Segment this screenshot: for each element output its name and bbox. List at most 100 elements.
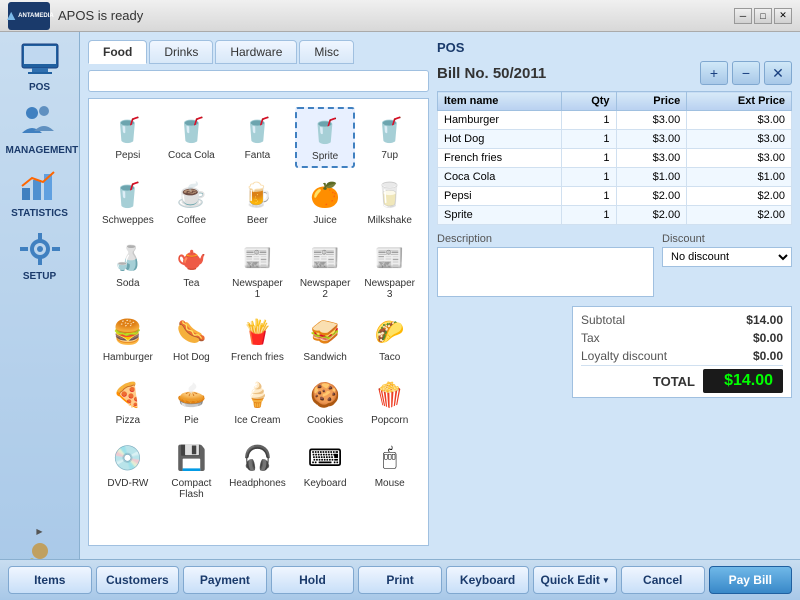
content-wrapper: Food Drinks Hardware Misc 🥤Pepsi🥤Coca Co… — [80, 32, 800, 600]
payment-button[interactable]: Payment — [183, 566, 267, 594]
compact-flash-label: Compact Flash — [168, 478, 215, 500]
pay-bill-button[interactable]: Pay Bill — [709, 566, 793, 594]
subtract-item-button[interactable]: − — [732, 61, 760, 85]
left-section: Food Drinks Hardware Misc 🥤Pepsi🥤Coca Co… — [88, 40, 429, 546]
item-newspaper3[interactable]: 📰Newspaper 3 — [359, 235, 420, 305]
table-row[interactable]: Sprite1$2.00$2.00 — [438, 206, 792, 225]
item-cookies[interactable]: 🍪 Cookies — [295, 372, 356, 431]
table-row[interactable]: French fries1$3.00$3.00 — [438, 149, 792, 168]
headphones-label: Headphones — [229, 478, 286, 489]
bill-cell-ext_price: $3.00 — [687, 130, 792, 149]
item-taco[interactable]: 🌮Taco — [359, 309, 420, 368]
item-soda[interactable]: 🍶Soda — [97, 235, 159, 305]
tab-hardware[interactable]: Hardware — [215, 40, 297, 64]
quick-edit-button[interactable]: Quick Edit ▼ — [533, 566, 617, 594]
item-french-fries[interactable]: 🍟French fries — [224, 309, 291, 368]
item-mouse[interactable]: 🖱Mouse — [359, 435, 420, 505]
item-pepsi[interactable]: 🥤Pepsi — [97, 107, 159, 168]
search-input[interactable] — [88, 70, 429, 92]
items-button[interactable]: Items — [8, 566, 92, 594]
tab-drinks[interactable]: Drinks — [149, 40, 213, 64]
item-7up[interactable]: 🥤7up — [359, 107, 420, 168]
maximize-button[interactable]: □ — [754, 8, 772, 24]
item-coca-cola[interactable]: 🥤Coca Cola — [163, 107, 220, 168]
item-pizza[interactable]: 🍕 Pizza — [97, 372, 159, 431]
delete-item-button[interactable]: ✕ — [764, 61, 792, 85]
bill-cell-qty: 1 — [561, 206, 616, 225]
table-row[interactable]: Coca Cola1$1.00$1.00 — [438, 168, 792, 187]
total-final-row: TOTAL $14.00 — [581, 365, 783, 393]
bill-cell-price: $2.00 — [616, 187, 687, 206]
item-ice-cream[interactable]: 🍦Ice Cream — [224, 372, 291, 431]
sidebar-item-setup[interactable]: SETUP — [4, 225, 76, 286]
discount-select[interactable]: No discount5%10%15%20% — [662, 247, 792, 267]
customers-button[interactable]: Customers — [96, 566, 180, 594]
bill-action-buttons: + − ✕ — [700, 61, 792, 85]
minimize-button[interactable]: ─ — [734, 8, 752, 24]
bill-cell-name: French fries — [438, 149, 562, 168]
item-popcorn[interactable]: 🍿Popcorn — [359, 372, 420, 431]
sidebar-item-management[interactable]: MANAGEMENT — [4, 99, 76, 160]
cancel-button[interactable]: Cancel — [621, 566, 705, 594]
pizza-icon: 🍕 — [106, 377, 150, 413]
description-textarea[interactable] — [437, 247, 654, 297]
tab-food[interactable]: Food — [88, 40, 147, 64]
pie-icon: 🥧 — [169, 377, 213, 413]
bill-cell-qty: 1 — [561, 111, 616, 130]
description-discount-row: Description Discount No discount5%10%15%… — [437, 233, 792, 300]
item-coffee[interactable]: ☕Coffee — [163, 172, 220, 231]
setup-icon — [16, 229, 64, 269]
item-newspaper2[interactable]: 📰Newspaper 2 — [295, 235, 356, 305]
cookies-icon: 🍪 — [303, 377, 347, 413]
sidebar-item-statistics[interactable]: STATISTICS — [4, 162, 76, 223]
cookies-label: Cookies — [307, 415, 343, 426]
bill-cell-ext_price: $3.00 — [687, 111, 792, 130]
coffee-icon: ☕ — [169, 177, 213, 213]
app-logo: ▲ ANTAMEDIA — [8, 2, 50, 30]
item-hamburger[interactable]: 🍔Hamburger — [97, 309, 159, 368]
item-fanta[interactable]: 🥤Fanta — [224, 107, 291, 168]
sprite-label: Sprite — [312, 151, 338, 162]
close-button[interactable]: ✕ — [774, 8, 792, 24]
item-compact-flash[interactable]: 💾Compact Flash — [163, 435, 220, 505]
item-sprite[interactable]: 🥤Sprite — [295, 107, 356, 168]
beer-label: Beer — [247, 215, 268, 226]
item-sandwich[interactable]: 🥪Sandwich — [295, 309, 356, 368]
item-milkshake[interactable]: 🥛Milkshake — [359, 172, 420, 231]
item-headphones[interactable]: 🎧Headphones — [224, 435, 291, 505]
item-beer[interactable]: 🍺Beer — [224, 172, 291, 231]
add-item-button[interactable]: + — [700, 61, 728, 85]
french-fries-icon: 🍟 — [235, 314, 279, 350]
item-pie[interactable]: 🥧Pie — [163, 372, 220, 431]
tax-label: Tax — [581, 331, 600, 345]
table-row[interactable]: Pepsi1$2.00$2.00 — [438, 187, 792, 206]
sidebar-management-label: MANAGEMENT — [6, 145, 74, 156]
tab-misc[interactable]: Misc — [299, 40, 354, 64]
sidebar-item-pos[interactable]: POS — [4, 36, 76, 97]
loyalty-label: Loyalty discount — [581, 349, 667, 363]
print-button[interactable]: Print — [358, 566, 442, 594]
newspaper2-label: Newspaper 2 — [300, 278, 351, 300]
bill-cell-name: Pepsi — [438, 187, 562, 206]
hold-button[interactable]: Hold — [271, 566, 355, 594]
item-hotdog[interactable]: 🌭Hot Dog — [163, 309, 220, 368]
newspaper3-icon: 📰 — [368, 240, 412, 276]
bill-cell-price: $3.00 — [616, 130, 687, 149]
discount-box: Discount No discount5%10%15%20% — [662, 233, 792, 300]
description-label: Description — [437, 233, 654, 245]
table-row[interactable]: Hot Dog1$3.00$3.00 — [438, 130, 792, 149]
item-juice[interactable]: 🍊Juice — [295, 172, 356, 231]
subtotal-label: Subtotal — [581, 313, 625, 327]
item-keyboard[interactable]: ⌨Keyboard — [295, 435, 356, 505]
titlebar: ▲ ANTAMEDIA APOS is ready ─ □ ✕ — [0, 0, 800, 32]
item-schweppes[interactable]: 🥤Schweppes — [97, 172, 159, 231]
item-dvd-rw[interactable]: 💿DVD-RW — [97, 435, 159, 505]
col-price: Price — [616, 92, 687, 111]
keyboard-button[interactable]: Keyboard — [446, 566, 530, 594]
sidebar-statistics-label: STATISTICS — [6, 208, 74, 219]
item-newspaper1[interactable]: 📰Newspaper 1 — [224, 235, 291, 305]
item-tea[interactable]: 🫖Tea — [163, 235, 220, 305]
table-row[interactable]: Hamburger1$3.00$3.00 — [438, 111, 792, 130]
pizza-label: Pizza — [116, 415, 140, 426]
pepsi-icon: 🥤 — [106, 112, 150, 148]
